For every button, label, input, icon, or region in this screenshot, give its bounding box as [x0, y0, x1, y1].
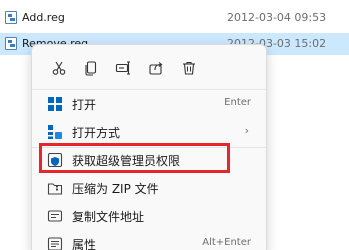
menu-item-copy-path[interactable]: 复制文件地址 — [37, 202, 261, 230]
reg-file-icon — [5, 11, 17, 24]
shortcut-text: Alt+Enter — [202, 237, 251, 248]
file-explorer-screen: Add.reg 2012-03-04 09:53 Remove.reg 2012… — [0, 0, 349, 250]
properties-icon — [47, 237, 63, 250]
copy-icon — [85, 61, 97, 76]
menu-item-label: 打开方式 — [72, 126, 121, 140]
context-menu: 打开 Enter 打开方式 › 获取超级管理员权限 压缩为 ZIP 文件 复制文… — [31, 44, 267, 250]
cut-icon — [52, 61, 66, 75]
cut-button[interactable] — [44, 53, 74, 83]
delete-button[interactable] — [174, 53, 204, 83]
copy-path-icon — [47, 210, 63, 222]
file-date: 2012-03-04 09:53 — [227, 11, 327, 24]
menu-item-open-with[interactable]: 打开方式 › — [37, 118, 261, 146]
menu-item-properties[interactable]: 属性 Alt+Enter — [37, 230, 261, 250]
open-icon — [48, 97, 62, 111]
open-with-icon — [48, 125, 62, 139]
file-name: Add.reg — [22, 11, 65, 24]
menu-item-label: 复制文件地址 — [72, 210, 145, 224]
menu-item-label: 压缩为 ZIP 文件 — [72, 182, 159, 196]
copy-button[interactable] — [76, 53, 106, 83]
zip-icon — [47, 183, 63, 195]
share-button[interactable] — [141, 53, 171, 83]
quick-action-bar — [32, 53, 266, 83]
shortcut-text: Enter — [224, 97, 251, 108]
file-row-add[interactable]: Add.reg 2012-03-04 09:53 — [0, 7, 349, 29]
menu-item-label: 属性 — [72, 238, 97, 250]
reg-file-icon — [5, 37, 17, 50]
menu-item-open[interactable]: 打开 Enter — [37, 90, 261, 118]
shield-icon — [47, 152, 63, 168]
menu-item-label: 获取超级管理员权限 — [72, 154, 181, 168]
share-icon — [149, 62, 163, 75]
delete-icon — [183, 61, 195, 75]
rename-icon — [115, 61, 130, 75]
chevron-right-icon: › — [244, 124, 249, 137]
menu-item-label: 打开 — [72, 98, 97, 112]
rename-button[interactable] — [108, 53, 138, 83]
menu-item-super-admin[interactable]: 获取超级管理员权限 — [37, 146, 261, 174]
menu-item-compress-zip[interactable]: 压缩为 ZIP 文件 — [37, 174, 261, 202]
